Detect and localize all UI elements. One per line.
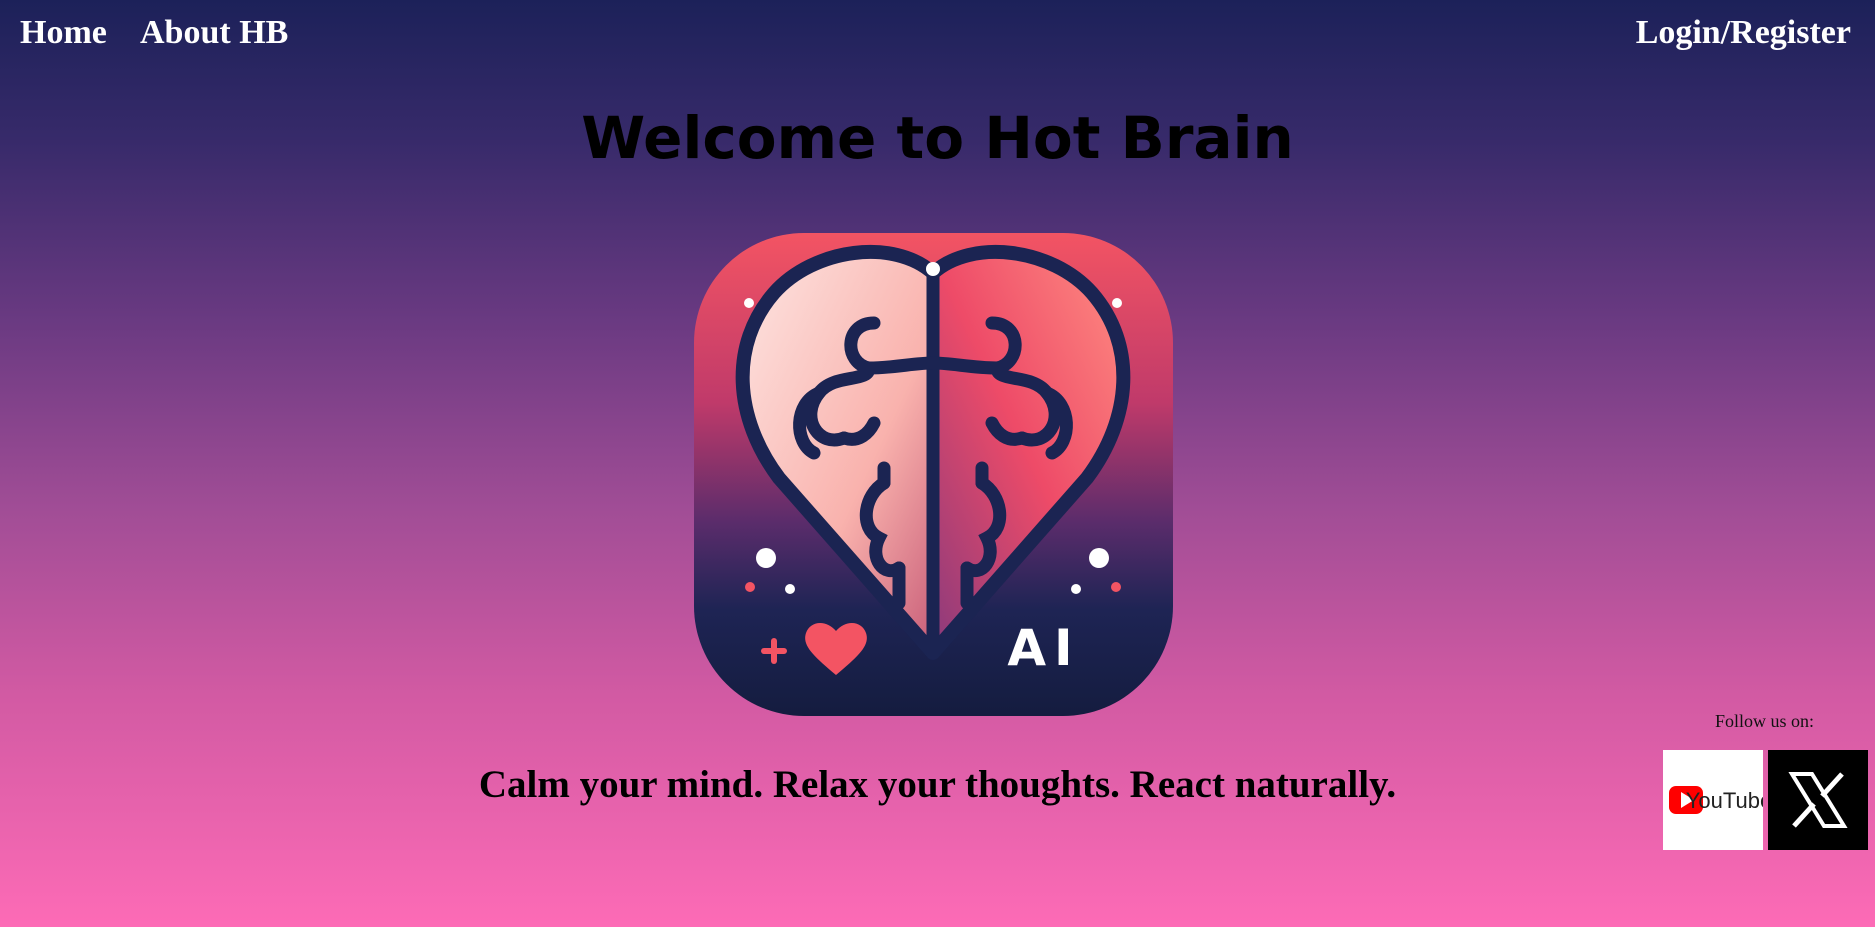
nav-about-link[interactable]: About HB xyxy=(140,14,288,52)
page-title: Welcome to Hot Brain xyxy=(581,104,1294,172)
youtube-link[interactable]: YouTube xyxy=(1663,750,1772,850)
nav-home-link[interactable]: Home xyxy=(20,14,107,52)
x-link[interactable] xyxy=(1768,750,1868,850)
follow-us-label: Follow us on: xyxy=(1715,711,1815,731)
logo-ai-text: AI xyxy=(1007,619,1080,677)
youtube-logo-icon: YouTube xyxy=(1669,786,1772,814)
svg-text:YouTube: YouTube xyxy=(1686,788,1763,813)
nav-login-register-link[interactable]: Login/Register xyxy=(1636,14,1851,52)
hot-brain-logo: AI xyxy=(694,233,1173,716)
x-logo-icon xyxy=(1788,772,1848,828)
tagline: Calm your mind. Relax your thoughts. Rea… xyxy=(478,763,1397,806)
